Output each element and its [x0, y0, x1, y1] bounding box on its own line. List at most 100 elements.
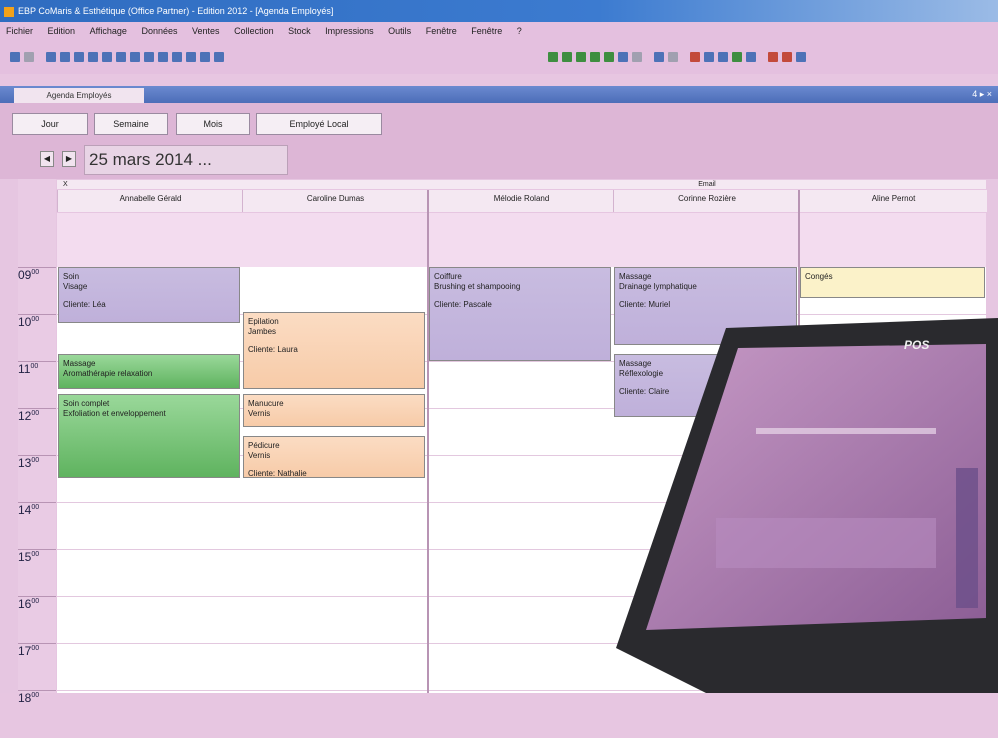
menu-item[interactable]: Données [141, 26, 177, 36]
open-icon[interactable] [24, 52, 34, 62]
date-display[interactable]: 25 mars 2014 ... [84, 145, 288, 175]
calendar-icon[interactable] [704, 52, 714, 62]
user-icon[interactable] [562, 52, 572, 62]
new-icon[interactable] [10, 52, 20, 62]
window-title: EBP CoMaris & Esthétique (Office Partner… [18, 6, 334, 16]
tab-agenda[interactable]: Agenda Employés [14, 88, 144, 103]
menu-item[interactable]: ? [517, 26, 522, 36]
view-day-button[interactable]: Jour [12, 113, 88, 135]
appointment-service: Exfoliation et enveloppement [63, 408, 166, 418]
view-employee-button[interactable]: Employé Local [256, 113, 382, 135]
appointment[interactable]: MassageAromathérapie relaxation Cliente: … [58, 353, 240, 390]
prev-icon[interactable] [158, 52, 168, 62]
view-month-button[interactable]: Mois [176, 113, 250, 135]
menu-item[interactable]: Fenêtre [426, 26, 457, 36]
all-day-row[interactable] [57, 213, 986, 267]
hour-label: 1800 [18, 690, 56, 738]
settings-icon[interactable] [746, 52, 756, 62]
user-icon[interactable] [732, 52, 742, 62]
appointment-service: Visage [63, 282, 88, 291]
pos-brand: POS [904, 338, 930, 352]
cut-icon[interactable] [74, 52, 84, 62]
view-bar: Jour Semaine Mois Employé Local [0, 103, 998, 143]
appointment-client: Cliente: Laura [248, 344, 298, 354]
settings-icon[interactable] [632, 52, 642, 62]
copy-icon[interactable] [88, 52, 98, 62]
menu-item[interactable]: Affichage [90, 26, 127, 36]
save-icon[interactable] [46, 52, 56, 62]
column-header[interactable]: Mélodie Roland [428, 190, 614, 212]
first-icon[interactable] [144, 52, 154, 62]
time-column: 0900 1000 1100 1200 1300 1400 1500 1600 1700 1800 [18, 179, 56, 705]
hour-label: 1600 [18, 596, 56, 644]
user-icon[interactable] [796, 52, 806, 62]
appointment-client: Cliente: Muriel [619, 300, 671, 309]
menu-item[interactable]: Outils [388, 26, 411, 36]
filter-icon[interactable] [200, 52, 210, 62]
user-icon[interactable] [548, 52, 558, 62]
menu-item[interactable]: Fichier [6, 26, 33, 36]
menu-bar: Fichier Edition Affichage Données Ventes… [0, 22, 998, 40]
calendar-icon[interactable] [718, 52, 728, 62]
prev-date-icon[interactable]: ◀ [40, 151, 54, 167]
user-icon[interactable] [782, 52, 792, 62]
appointment-service: Vernis [248, 451, 271, 461]
appointment[interactable]: Pédicure Vernis Cliente: Nathalie [243, 436, 425, 479]
hour-label: 0900 [18, 267, 56, 315]
user-icon[interactable] [768, 52, 778, 62]
calendar-icon[interactable] [618, 52, 628, 62]
column-header[interactable]: Caroline Dumas [242, 190, 428, 212]
user-icon[interactable] [590, 52, 600, 62]
appointment-title: Manucure [248, 398, 284, 408]
next-icon[interactable] [172, 52, 182, 62]
paste-icon[interactable] [102, 52, 112, 62]
group-header: X [57, 180, 433, 189]
hour-label: 1200 [18, 408, 56, 456]
user-icon[interactable] [604, 52, 614, 62]
tab-close-icon[interactable]: 4 ▸ × [972, 86, 992, 103]
title-bar: EBP CoMaris & Esthétique (Office Partner… [0, 0, 998, 22]
appointment[interactable]: Coiffure Brushing et shampooing Cliente: P… [429, 267, 611, 361]
menu-item[interactable]: Impressions [325, 26, 374, 36]
user-icon[interactable] [690, 52, 700, 62]
hour-label: 1000 [18, 314, 56, 362]
menu-item[interactable]: Fenêtre [471, 26, 502, 36]
menu-item[interactable]: Edition [48, 26, 76, 36]
menu-item[interactable]: Ventes [192, 26, 220, 36]
appointment-service: Vernis [248, 408, 271, 418]
hour-label: 1300 [18, 455, 56, 503]
undo-icon[interactable] [116, 52, 126, 62]
hour-label: 1700 [18, 643, 56, 691]
appointment[interactable]: Soin Visage Cliente: Léa [58, 267, 240, 324]
delete-icon[interactable] [130, 52, 140, 62]
appointment-client: Cliente: Pascale [434, 300, 492, 309]
menu-item[interactable]: Stock [288, 26, 311, 36]
appointment-title: Pédicure [248, 441, 280, 451]
user-icon[interactable] [576, 52, 586, 62]
column-header[interactable]: Corinne Rozière [613, 190, 800, 212]
last-icon[interactable] [186, 52, 196, 62]
search-icon[interactable] [654, 52, 664, 62]
group-divider [427, 190, 429, 693]
appointment-title: Congés [805, 272, 833, 281]
appointment[interactable]: Epilation Jambes Cliente: Laura [243, 311, 425, 390]
appointment-service: Brushing et shampooing [434, 282, 521, 291]
next-date-icon[interactable]: ▶ [62, 151, 76, 167]
column-header[interactable]: Aline Pernot [799, 190, 987, 212]
toolbar [0, 40, 998, 74]
appointment[interactable]: Congés [800, 267, 985, 298]
view-week-button[interactable]: Semaine [94, 113, 168, 135]
settings-icon[interactable] [668, 52, 678, 62]
appointment-client: Cliente: Léa [63, 300, 106, 309]
menu-item[interactable]: Collection [234, 26, 274, 36]
appointment-title: Massage [63, 358, 96, 368]
column-header[interactable]: Annabelle Gérald [57, 190, 243, 212]
appointment[interactable]: ManucureVernisCliente: Caroline [243, 393, 425, 427]
appointment-service: Aromathérapie relaxation [63, 368, 153, 378]
search-icon[interactable] [214, 52, 224, 62]
print-icon[interactable] [60, 52, 70, 62]
appointment-service: Jambes [248, 326, 277, 336]
hour-label: 1400 [18, 502, 56, 550]
appointment[interactable]: Soin complet Exfoliation et enveloppement [58, 393, 240, 479]
appointment-title: Soin complet [63, 398, 110, 408]
